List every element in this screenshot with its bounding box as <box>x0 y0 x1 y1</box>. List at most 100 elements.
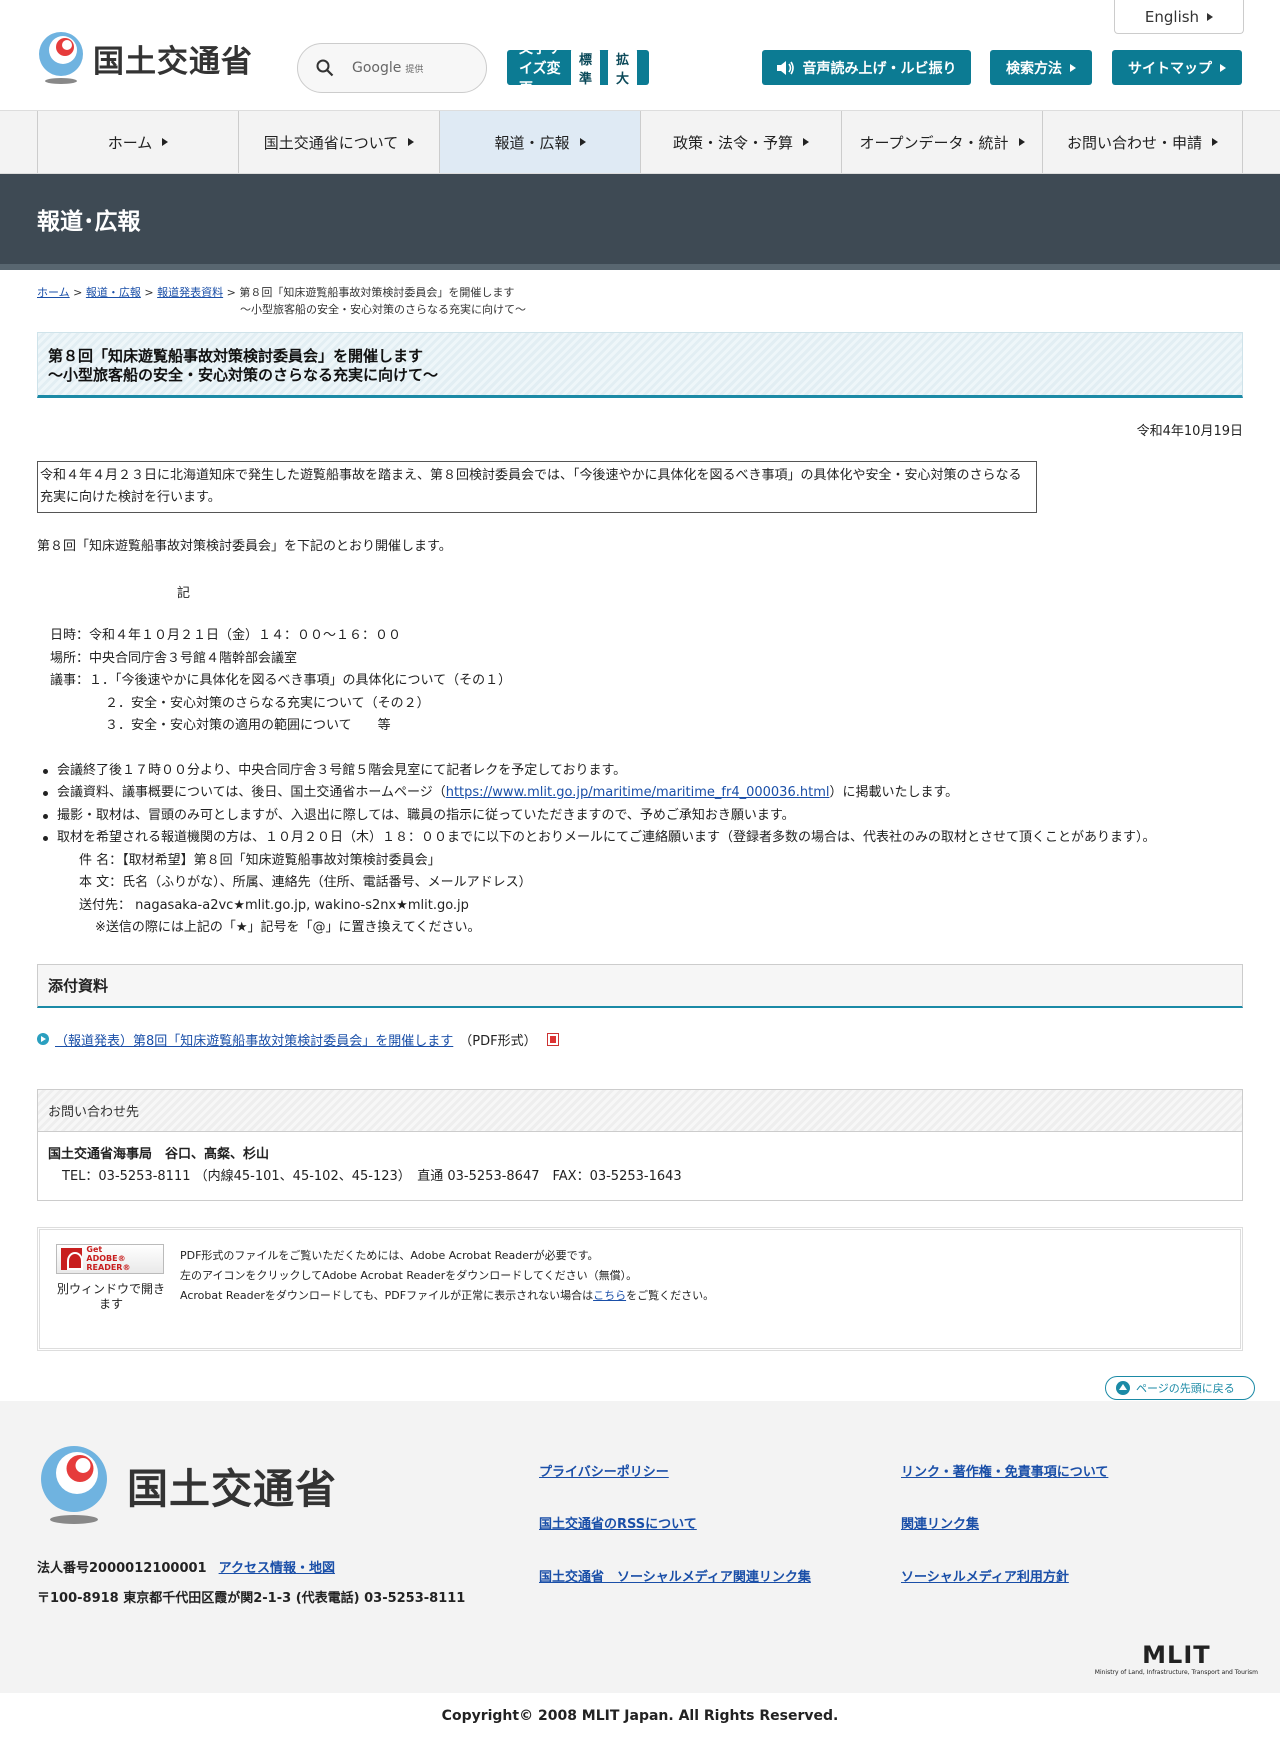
font-large-button[interactable]: 拡大 <box>607 47 637 88</box>
main-content: ホーム > 報道・広報 > 報道発表資料 > 第８回「知床遊覧船事故対策検討委員… <box>0 284 1280 1351</box>
font-size-label: 文字サイズ変更 <box>519 40 561 97</box>
privacy-link[interactable]: プライバシーポリシー <box>539 1461 669 1480</box>
adobe-reader-box: Get ADOBE® READER® 別ウィンドウで開きます PDF形式のファイル… <box>37 1226 1243 1351</box>
article-title-box: 第８回「知床遊覧船事故対策検討委員会」を開催します ～小型旅客船の安全・安心対策… <box>37 332 1243 398</box>
breadcrumb-release[interactable]: 報道発表資料 <box>157 286 223 299</box>
agenda-item-2: ２．安全・安心対策のさらなる充実について（その２） <box>105 695 430 711</box>
search-box[interactable]: Google 提供 <box>297 43 487 93</box>
attachments-heading: 添付資料 <box>37 963 1243 1008</box>
attachment-format: （PDF形式） <box>459 1033 537 1049</box>
adobe-logo-icon <box>61 1247 84 1270</box>
triangle-right-icon <box>162 138 169 146</box>
search-method-label: 検索方法 <box>1006 60 1062 77</box>
voice-reading-label: 音声読み上げ・ルビ振り <box>802 60 957 77</box>
meeting-details: 日時：令和４年１０月２１日（金）１４：００～１６：００ 場所：中央合同庁舎３号館… <box>37 625 1243 738</box>
article-title: 第８回「知床遊覧船事故対策検討委員会」を開催します ～小型旅客船の安全・安心対策… <box>48 347 439 384</box>
triangle-right-icon <box>1207 12 1214 21</box>
triangle-right-icon <box>803 138 809 146</box>
pdf-icon <box>546 1032 559 1046</box>
triangle-right-icon <box>1220 63 1226 72</box>
global-nav: ホーム 国土交通省について 報道・広報 政策・法令・予算 オープンデータ・統計 … <box>0 111 1280 174</box>
meeting-place: 場所：中央合同庁舎３号館４階幹部会議室 <box>50 650 298 666</box>
adobe-help-link[interactable]: こちら <box>593 1289 626 1302</box>
nav-item-policy[interactable]: 政策・法令・予算 <box>640 111 841 173</box>
mail-to: 送付先： nagasaka-a2vc★mlit.go.jp, wakino-s2… <box>79 897 469 913</box>
nav-item-contact[interactable]: お問い合わせ・申請 <box>1042 111 1243 173</box>
triangle-right-icon <box>408 138 415 146</box>
corporate-number: 法人番号2000012100001 アクセス情報・地図 <box>37 1560 335 1576</box>
related-links-link[interactable]: 関連リンク集 <box>901 1513 979 1532</box>
mlit-logo-icon <box>41 1445 107 1524</box>
breadcrumb: ホーム > 報道・広報 > 報道発表資料 > 第８回「知床遊覧船事故対策検討委員… <box>37 284 1243 318</box>
nav-item-opendata[interactable]: オープンデータ・統計 <box>841 111 1042 173</box>
intro-text: 第８回「知床遊覧船事故対策検討委員会」を下記のとおり開催します。 <box>37 539 452 554</box>
adobe-text-1: PDF形式のファイルをご覧いただくためには、Adobe Acrobat Read… <box>180 1248 599 1262</box>
contact-box: お問い合わせ先 国土交通省海事局 谷口、髙粲、杉山 TEL：03-5253-81… <box>37 1088 1243 1201</box>
adobe-text-3: Acrobat Readerをダウンロードしても、PDFファイルが正常に表示され… <box>180 1288 715 1302</box>
social-links-link[interactable]: 国土交通省 ソーシャルメディア関連リンク集 <box>539 1566 811 1585</box>
site-footer: 国土交通省 法人番号2000012100001 アクセス情報・地図 〒100-89… <box>0 1400 1280 1693</box>
mail-body: 本 文：氏名（ふりがな）、所属、連絡先（住所、電話番号、メールアドレス） <box>79 875 532 890</box>
get-adobe-reader-button[interactable]: Get ADOBE® READER® <box>56 1243 164 1274</box>
list-item: 会議資料、議事概要については、後日、国土交通省ホームページ（https://ww… <box>37 782 1243 805</box>
agenda-item-3: ３．安全・安心対策の適用の範囲について 等 <box>105 718 391 733</box>
breadcrumb-current-sub: ～小型旅客船の安全・安心対策のさらなる充実に向けて～ <box>240 303 526 316</box>
arrow-up-icon <box>1116 1380 1130 1395</box>
english-label: English <box>1144 7 1200 26</box>
nav-item-home[interactable]: ホーム <box>37 111 238 173</box>
site-logo[interactable]: 国土交通省 <box>37 30 253 86</box>
rss-link[interactable]: 国土交通省のRSSについて <box>539 1513 697 1532</box>
copyright: Copyright© 2008 MLIT Japan. All Rights R… <box>441 1707 839 1724</box>
english-button[interactable]: English <box>1114 0 1244 34</box>
attachment-link[interactable]: （報道発表）第8回「知床遊覧船事故対策検討委員会」を開催します <box>55 1030 453 1049</box>
breadcrumb-press[interactable]: 報道・広報 <box>86 286 141 299</box>
contact-tel: TEL：03-5253-8111 （内線45-101、45-102、45-123… <box>62 1168 682 1184</box>
social-policy-link[interactable]: ソーシャルメディア利用方針 <box>901 1566 1069 1585</box>
search-placeholder: Google 提供 <box>352 60 424 76</box>
page-title: 報道･広報 <box>37 209 141 235</box>
mail-subject: 件 名：【取材希望】第８回「知床遊覧船事故対策検討委員会」 <box>79 852 441 868</box>
page-top-button[interactable]: ページの先頭に戻る <box>1105 1375 1255 1400</box>
triangle-right-icon <box>1070 63 1076 72</box>
copyright-link[interactable]: リンク・著作権・免責事項について <box>901 1461 1108 1480</box>
hp-link[interactable]: https://www.mlit.go.jp/maritime/maritime… <box>446 785 830 800</box>
contact-org: 国土交通省海事局 谷口、髙粲、杉山 <box>48 1146 270 1162</box>
triangle-right-icon <box>1212 138 1218 146</box>
mail-instructions: 件 名：【取材希望】第８回「知床遊覧船事故対策検討委員会」 本 文：氏名（ふりが… <box>37 850 1243 940</box>
access-link[interactable]: アクセス情報・地図 <box>219 1561 335 1576</box>
voice-reading-button[interactable]: 音声読み上げ・ルビ振り <box>762 50 971 85</box>
agenda-item-1: 議事：１．「今後速やかに具体化を図るべき事項」の具体化について（その１） <box>50 673 512 688</box>
breadcrumb-home[interactable]: ホーム <box>37 286 70 299</box>
meeting-datetime: 日時：令和４年１０月２１日（金）１４：００～１６：００ <box>50 628 402 643</box>
lead-box: 令和４年４月２３日に北海道知床で発生した遊覧船事故を踏まえ、第８回検討委員会では… <box>37 461 1037 513</box>
publish-date: 令和4年10月19日 <box>1136 424 1243 439</box>
circle-arrow-icon <box>37 1033 49 1045</box>
search-method-button[interactable]: 検索方法 <box>990 50 1092 85</box>
font-size-control: 文字サイズ変更 標準 拡大 <box>507 41 649 97</box>
font-standard-button[interactable]: 標準 <box>570 47 600 88</box>
ki-mark: 記 <box>177 586 191 601</box>
breadcrumb-current: 第８回「知床遊覧船事故対策検討委員会」を開催します <box>239 286 515 299</box>
footer-logo[interactable]: 国土交通省 <box>37 1443 337 1527</box>
triangle-right-icon <box>1018 138 1025 146</box>
mlit-wordmark: MLIT Ministry of Land, Infrastructure, T… <box>1094 1640 1258 1676</box>
nav-item-about[interactable]: 国土交通省について <box>238 111 439 173</box>
footer-address: 〒100-8918 東京都千代田区霞が関2-1-3 (代表電話) 03-5253… <box>37 1590 466 1606</box>
mlit-logo-icon <box>39 32 83 84</box>
list-item: 会議終了後１７時００分より、中央合同庁舎３号館５階会見室にて記者レクを予定してお… <box>37 760 1243 783</box>
mail-note: ※送信の際には上記の「★」記号を「@」に置き換えてください。 <box>95 920 481 935</box>
list-item: 取材を希望される報道機関の方は、１０月２０日（木）１８：００までに以下のとおりメ… <box>37 827 1243 850</box>
speaker-icon <box>776 60 794 75</box>
logo-text: 国土交通省 <box>93 43 253 80</box>
triangle-right-icon <box>579 138 586 146</box>
site-header: 国土交通省 English Google 提供 文字サイズ変更 標準 拡大 音声読… <box>0 0 1280 111</box>
adobe-text-2: 左のアイコンをクリックしてAdobe Acrobat Readerをダウンロード… <box>180 1268 638 1282</box>
notes-list: 会議終了後１７時００分より、中央合同庁舎３号館５階会見室にて記者レクを予定してお… <box>37 760 1243 850</box>
contact-heading: お問い合わせ先 <box>38 1089 1242 1132</box>
search-icon <box>316 59 334 77</box>
new-window-note: 別ウィンドウで開きます <box>56 1281 165 1311</box>
nav-item-press[interactable]: 報道・広報 <box>439 111 640 173</box>
sitemap-button[interactable]: サイトマップ <box>1112 50 1242 85</box>
list-item: 撮影・取材は、冒頭のみ可としますが、入退出に際しては、職員の指示に従っていただき… <box>37 805 1243 828</box>
attachment-item: （報道発表）第8回「知床遊覧船事故対策検討委員会」を開催します （PDF形式） <box>37 1030 1243 1049</box>
